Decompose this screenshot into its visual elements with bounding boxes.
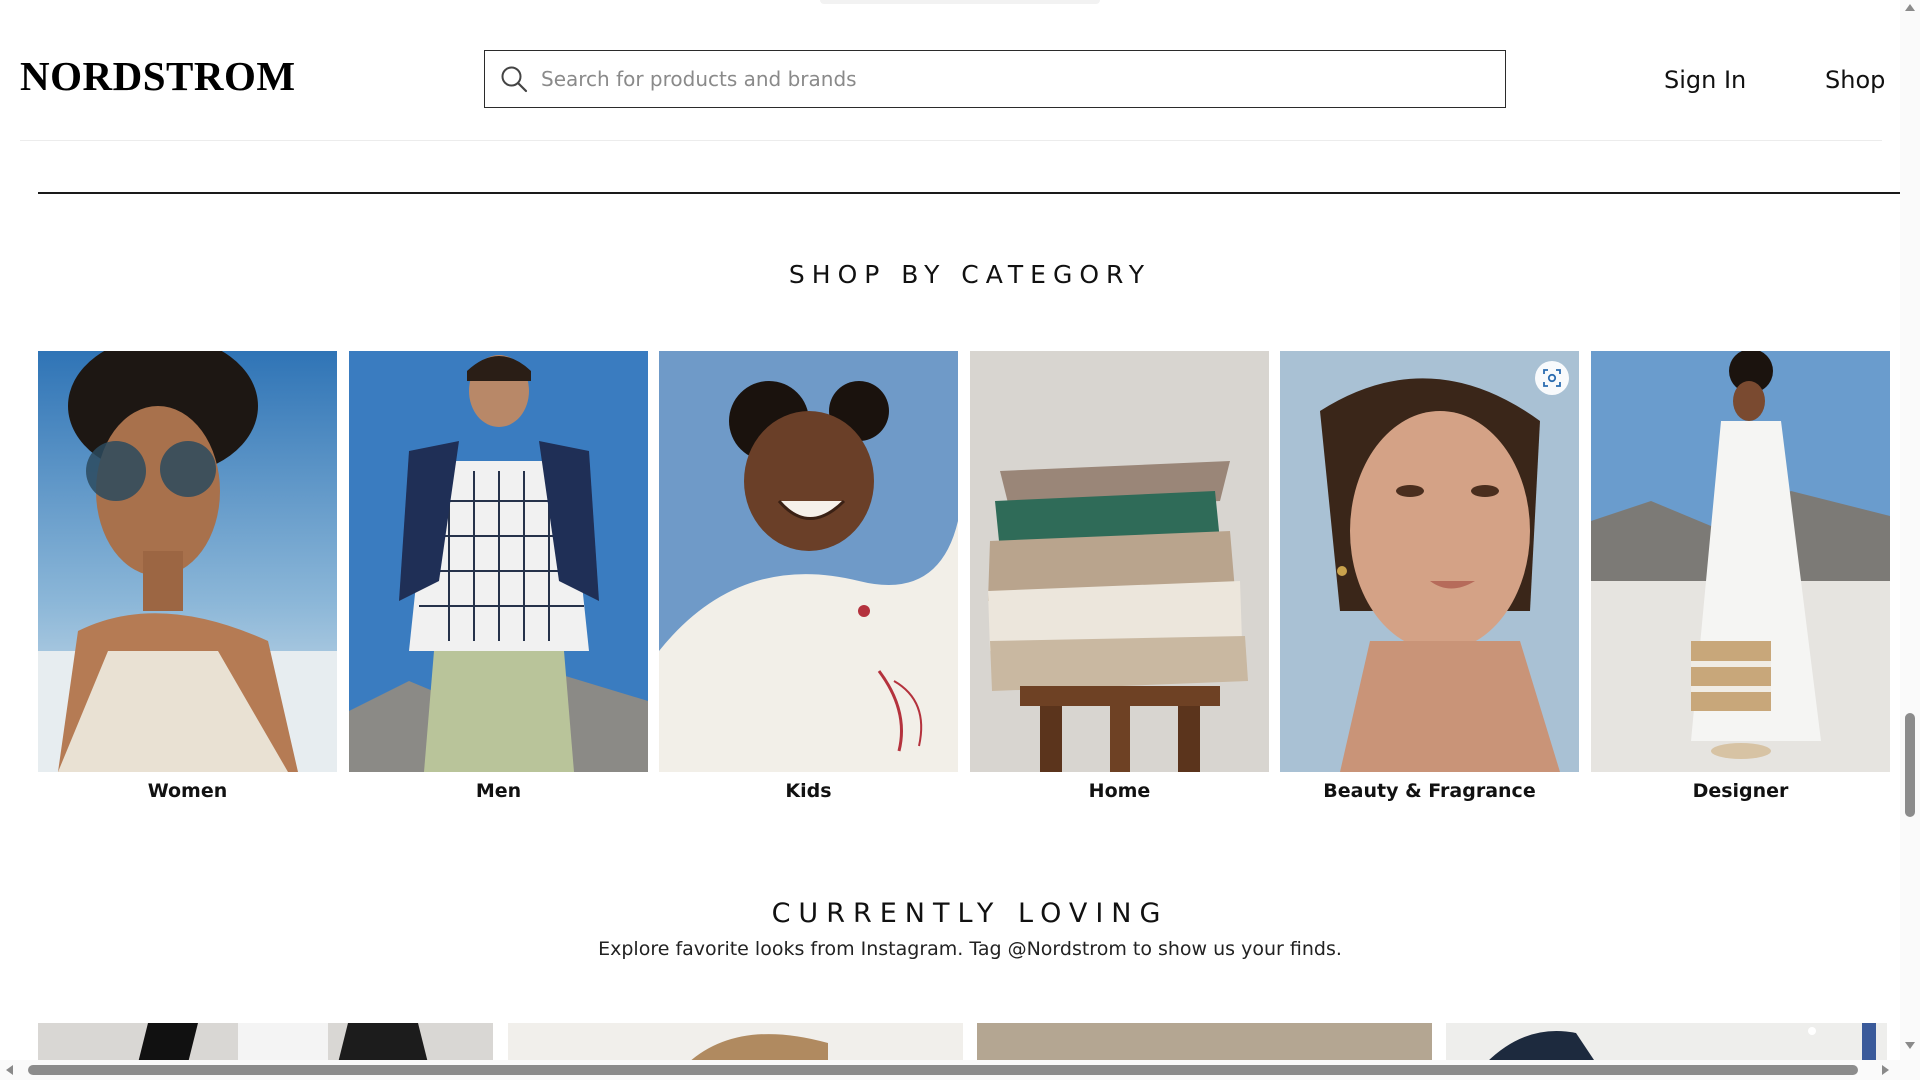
vertical-scroll-thumb[interactable]	[1905, 713, 1915, 817]
category-image-home[interactable]	[970, 351, 1269, 772]
category-image-designer[interactable]	[1591, 351, 1890, 772]
shop-by-category-heading: SHOP BY CATEGORY	[788, 260, 1152, 289]
category-label-men[interactable]: Men	[349, 780, 648, 802]
header-divider	[20, 140, 1882, 141]
scroll-up-arrow-icon[interactable]	[1905, 4, 1915, 11]
site-header: NORDSTROM Sign In Shop	[0, 0, 1900, 142]
category-label-kids[interactable]: Kids	[659, 780, 958, 802]
shop-link[interactable]: Shop	[1825, 66, 1885, 94]
instagram-post[interactable]	[508, 1023, 963, 1063]
scroll-down-arrow-icon[interactable]	[1905, 1042, 1915, 1049]
scroll-right-arrow-icon[interactable]	[1882, 1065, 1889, 1075]
currently-loving-heading: CURRENTLY LOVING	[771, 898, 1169, 929]
scroll-left-arrow-icon[interactable]	[6, 1065, 13, 1075]
instagram-post[interactable]	[38, 1023, 493, 1063]
currently-loving-subtitle: Explore favorite looks from Instagram. T…	[598, 938, 1342, 960]
category-image-kids[interactable]	[659, 351, 958, 772]
page: NORDSTROM Sign In Shop SHOP BY CATEGORY	[0, 0, 1920, 1080]
instagram-post[interactable]	[1446, 1023, 1887, 1063]
category-label-home[interactable]: Home	[970, 780, 1269, 802]
category-image-beauty-fragrance[interactable]	[1280, 351, 1579, 772]
category-designer[interactable]: Designer	[1591, 351, 1890, 802]
category-label-designer[interactable]: Designer	[1591, 780, 1890, 802]
category-image-men[interactable]	[349, 351, 648, 772]
category-men[interactable]: Men	[349, 351, 648, 802]
vertical-scrollbar[interactable]	[1900, 0, 1920, 1080]
category-kids[interactable]: Kids	[659, 351, 958, 802]
sign-in-link[interactable]: Sign In	[1664, 66, 1746, 94]
category-label-beauty-fragrance[interactable]: Beauty & Fragrance	[1280, 780, 1579, 802]
category-beauty-fragrance[interactable]: Beauty & Fragrance	[1280, 351, 1579, 802]
search-input[interactable]	[539, 66, 1505, 92]
instagram-post[interactable]	[977, 1023, 1432, 1063]
category-label-women[interactable]: Women	[38, 780, 337, 802]
visual-search-icon[interactable]	[1535, 361, 1569, 395]
category-image-women[interactable]	[38, 351, 337, 772]
horizontal-scroll-thumb[interactable]	[28, 1065, 1858, 1075]
section-rule	[38, 192, 1902, 194]
nordstrom-logo[interactable]: NORDSTROM	[20, 52, 296, 100]
search-icon[interactable]	[499, 64, 529, 94]
category-women[interactable]: Women	[38, 351, 337, 802]
search-bar[interactable]	[484, 50, 1506, 108]
category-home[interactable]: Home	[970, 351, 1269, 802]
horizontal-scrollbar[interactable]	[0, 1060, 1900, 1080]
